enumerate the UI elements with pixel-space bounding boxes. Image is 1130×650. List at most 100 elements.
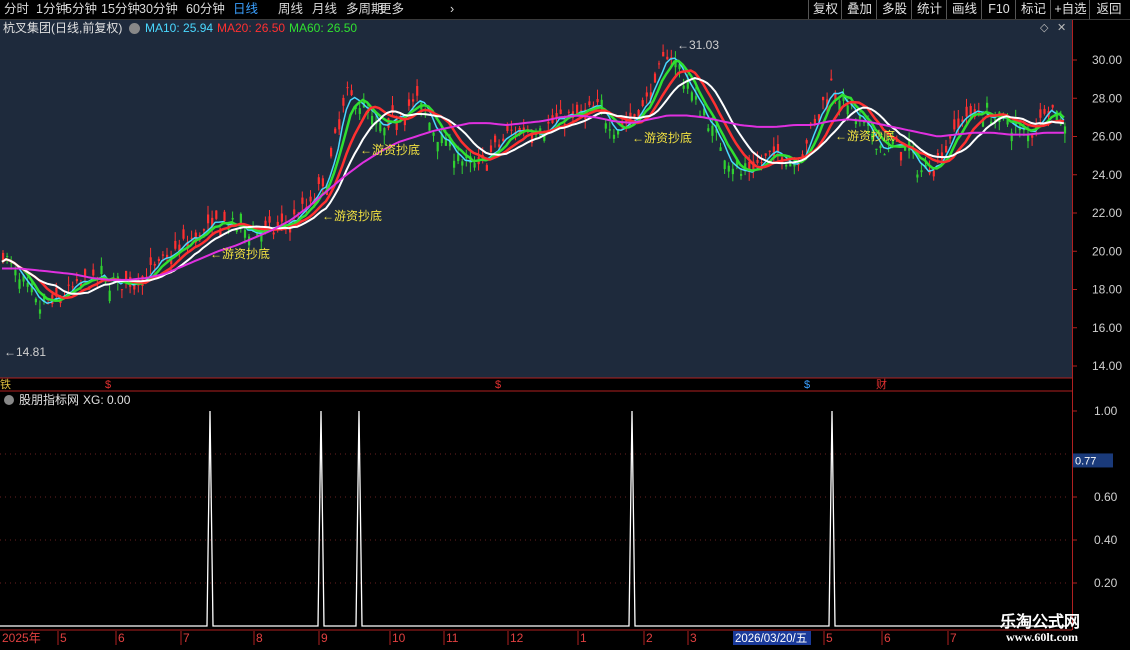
candle-body bbox=[645, 92, 648, 97]
candle-body bbox=[604, 123, 607, 129]
candle-body bbox=[235, 229, 238, 232]
date-axis-year: 2025年 bbox=[2, 631, 41, 645]
candle-body bbox=[986, 102, 989, 108]
candle-body bbox=[309, 196, 312, 202]
candle-body bbox=[416, 86, 419, 96]
candle-body bbox=[371, 116, 374, 125]
candle-body bbox=[432, 132, 435, 136]
chart-title-bar: 杭叉集团(日线,前复权) MA10: 25.94 MA20: 26.50 MA6… bbox=[0, 20, 1072, 37]
candle-body bbox=[653, 73, 657, 83]
date-axis-label: 7 bbox=[183, 631, 190, 645]
date-axis-label: 6 bbox=[884, 631, 891, 645]
watermark-title: 乐淘公式网 bbox=[1000, 612, 1081, 631]
indicator-settings-icon[interactable] bbox=[4, 395, 14, 405]
candle-body bbox=[346, 87, 349, 89]
price-tick-label: 22.00 bbox=[1092, 206, 1122, 220]
candle-body bbox=[14, 269, 17, 276]
candle-body bbox=[174, 240, 177, 249]
candle-body bbox=[71, 286, 74, 288]
candle-body bbox=[342, 97, 345, 106]
candle-body bbox=[321, 178, 324, 187]
diamond-icon[interactable]: ◇ bbox=[1040, 20, 1048, 37]
candle-body bbox=[723, 160, 726, 170]
candle-body bbox=[1051, 104, 1054, 108]
candle-body bbox=[776, 144, 780, 152]
date-axis-label: 5 bbox=[826, 631, 833, 645]
candle-body bbox=[494, 135, 497, 143]
candle-body bbox=[26, 282, 29, 287]
candle-body bbox=[231, 217, 234, 220]
candle-body bbox=[576, 104, 579, 115]
indicator-tick-label: 0.20 bbox=[1094, 576, 1118, 590]
candle-body bbox=[1031, 135, 1034, 138]
indicator-tick-label: 0.60 bbox=[1094, 490, 1118, 504]
candle-body bbox=[436, 141, 439, 152]
date-axis-label: 3 bbox=[690, 631, 697, 645]
signal-label: ←游资抄底 bbox=[632, 130, 692, 145]
candle-body bbox=[793, 164, 796, 167]
candle-body bbox=[215, 210, 218, 219]
signal-label: ←游资抄底 bbox=[835, 128, 895, 143]
stock-title[interactable]: 杭叉集团(日线,前复权) bbox=[3, 20, 122, 37]
date-axis-label: 12 bbox=[510, 631, 524, 645]
event-marker-left: 铁 bbox=[0, 378, 11, 391]
indicator-xg-value: XG: 0.00 bbox=[83, 393, 131, 407]
date-axis-label: 10 bbox=[392, 631, 406, 645]
candle-body bbox=[719, 147, 722, 152]
candle-body bbox=[916, 174, 919, 178]
close-icon[interactable]: ✕ bbox=[1057, 20, 1066, 37]
candle-body bbox=[633, 114, 636, 117]
date-axis-label: 7 bbox=[950, 631, 957, 645]
date-axis-label: 8 bbox=[256, 631, 263, 645]
low-price-annotation: ←14.81 bbox=[4, 345, 46, 359]
candle-body bbox=[510, 129, 513, 131]
candle-body bbox=[596, 99, 599, 103]
candle-body bbox=[690, 92, 693, 101]
event-marker: 财 bbox=[876, 377, 887, 391]
candle-body bbox=[108, 290, 111, 302]
indicator-name[interactable]: 股朋指标网 bbox=[19, 392, 79, 408]
candle-body bbox=[830, 78, 833, 81]
candle-body bbox=[317, 177, 320, 185]
candle-body bbox=[711, 125, 714, 136]
candle-body bbox=[682, 85, 685, 89]
candle-body bbox=[567, 111, 570, 113]
candle-body bbox=[100, 265, 103, 275]
date-axis-label: 9 bbox=[321, 631, 328, 645]
candle-body bbox=[207, 214, 210, 224]
kline-chart[interactable]: 30.00 28.00 26.00 24.00 22.00 20.00 18.00 16.00… bbox=[0, 0, 1130, 650]
candle-body bbox=[161, 254, 165, 256]
candle-body bbox=[740, 173, 743, 176]
candle-body bbox=[330, 148, 333, 157]
cursor-date-label: 2026/03/20/五 bbox=[735, 633, 807, 645]
candle-body bbox=[6, 255, 9, 257]
candle-body bbox=[731, 168, 734, 175]
candle-body bbox=[157, 258, 160, 261]
candle-body bbox=[1039, 109, 1042, 118]
candle-body bbox=[453, 160, 456, 168]
candle-body bbox=[617, 130, 620, 135]
candle-body bbox=[846, 105, 849, 115]
candle-body bbox=[485, 165, 488, 171]
candle-body bbox=[662, 52, 665, 57]
candle-body bbox=[940, 152, 944, 160]
indicator-current-value: 0.77 bbox=[1075, 455, 1096, 467]
date-axis-label: 11 bbox=[446, 631, 459, 645]
candle-body bbox=[727, 165, 730, 172]
candle-body bbox=[379, 122, 382, 132]
candle-body bbox=[658, 63, 661, 65]
settings-circle-icon[interactable] bbox=[129, 23, 140, 34]
candle-body bbox=[412, 99, 415, 102]
candle-body bbox=[580, 110, 583, 112]
candle-body bbox=[334, 128, 337, 133]
candle-body bbox=[18, 279, 21, 289]
candle-body bbox=[920, 170, 923, 173]
candle-body bbox=[805, 140, 808, 144]
candle-body bbox=[1043, 108, 1046, 114]
candle-body bbox=[428, 122, 431, 131]
candle-body bbox=[268, 216, 271, 223]
ma60-line bbox=[1, 59, 1065, 302]
price-tick-label: 20.00 bbox=[1092, 244, 1122, 258]
price-tick-label: 28.00 bbox=[1092, 91, 1122, 105]
event-marker: $ bbox=[804, 379, 810, 391]
